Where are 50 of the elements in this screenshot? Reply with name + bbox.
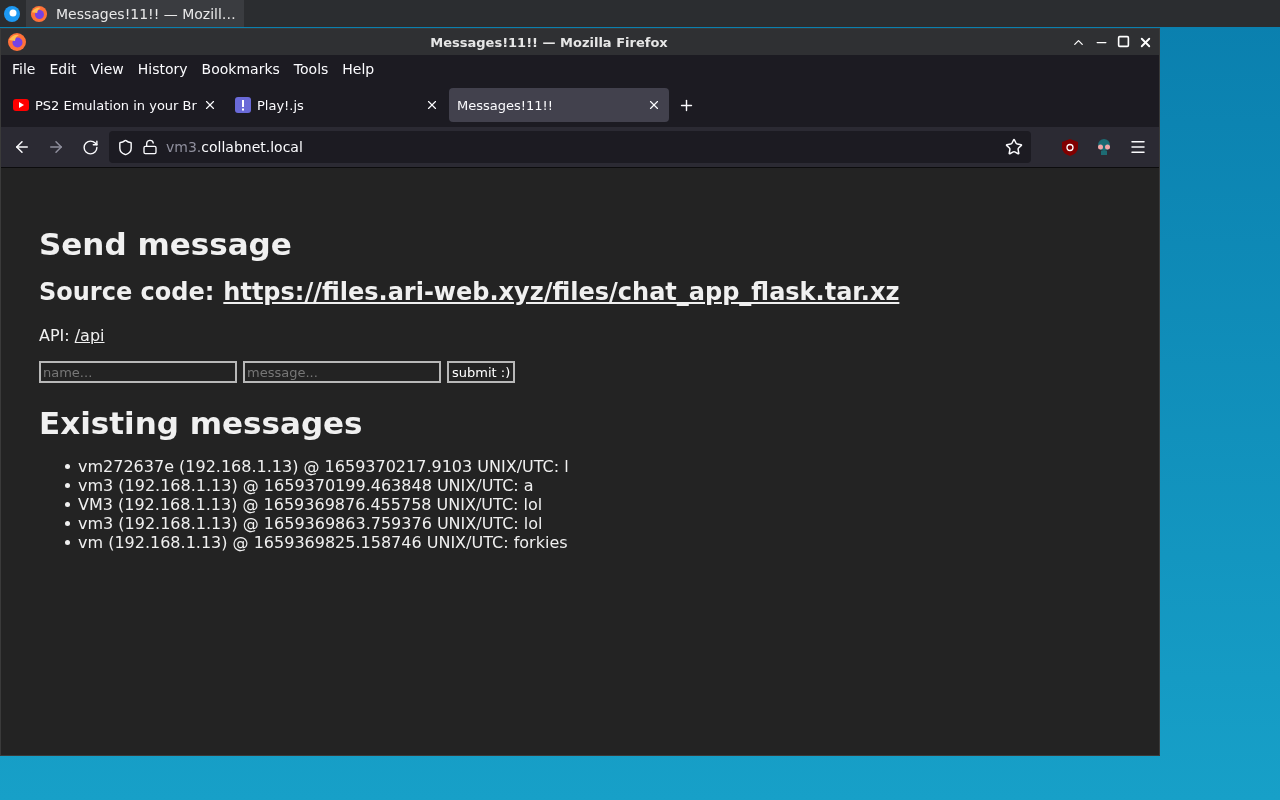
menu-item[interactable]: Help: [335, 57, 382, 81]
bullet-icon: [65, 540, 70, 545]
menu-item[interactable]: Bookmarks: [194, 57, 287, 81]
submit-button[interactable]: submit :): [447, 361, 516, 383]
name-field[interactable]: name...: [39, 361, 237, 383]
window-title: Messages!11!! — Mozilla Firefox: [429, 34, 669, 50]
address-bar[interactable]: vm3.collabnet.local: [109, 131, 1031, 163]
close-icon[interactable]: [647, 98, 661, 112]
source-link[interactable]: https://files.ari-web.xyz/files/chat_app_flask.tar.xz: [223, 278, 900, 306]
glasses-face-icon[interactable]: [1095, 138, 1113, 156]
source-label: Source code:: [39, 278, 215, 306]
message-field[interactable]: message...: [243, 361, 441, 383]
close-icon[interactable]: [203, 98, 217, 112]
reload-icon[interactable]: [81, 138, 99, 156]
browser-logo-icon: [7, 32, 27, 52]
api-link[interactable]: /api: [74, 326, 105, 345]
page-heading: Send message: [39, 226, 293, 262]
bullet-icon: [65, 464, 70, 469]
message-text: vm3 (192.168.1.13) @ 1659370199.463848 UNIX/UTC: a: [78, 476, 534, 495]
back-icon[interactable]: [13, 138, 31, 156]
menu-item[interactable]: File: [5, 57, 43, 81]
video-icon: [13, 99, 29, 111]
bullet-icon: [65, 483, 70, 488]
message-text: vm3 (192.168.1.13) @ 1659369863.759376 UNIX/UTC: lol: [78, 514, 543, 533]
api-label: API:: [39, 326, 70, 345]
browser-tab[interactable]: Play!.js: [227, 88, 447, 122]
forward-icon[interactable]: [47, 138, 65, 156]
menu-item[interactable]: Tools: [286, 57, 336, 81]
message-text: vm (192.168.1.13) @ 1659369825.158746 UNIX/UTC: forkies: [78, 533, 568, 552]
taskbar-item[interactable]: Messages!11!! — Mozill…: [26, 0, 244, 27]
menu-item[interactable]: Edit: [42, 57, 84, 81]
browser-tab[interactable]: Messages!11!!: [449, 88, 669, 122]
bookmark-star-icon[interactable]: [1005, 138, 1023, 156]
launcher-icon[interactable]: [4, 5, 20, 22]
bullet-icon: [65, 502, 70, 507]
close-icon[interactable]: [425, 98, 439, 112]
browser-logo-icon: [30, 4, 48, 23]
browser-tab[interactable]: PS2 Emulation in your Br: [5, 88, 225, 122]
shield-badge-icon[interactable]: [1062, 138, 1078, 156]
menu-item[interactable]: History: [130, 57, 195, 81]
message-text: VM3 (192.168.1.13) @ 1659369876.455758 UNIX/UTC: lol: [78, 495, 543, 514]
message-text: vm272637e (192.168.1.13) @ 1659370217.9103 UNIX/UTC: l: [78, 457, 569, 476]
shield-icon[interactable]: [117, 138, 134, 156]
bullet-icon: [65, 521, 70, 526]
menu-item[interactable]: View: [83, 57, 131, 81]
maximize-icon[interactable]: [1117, 34, 1130, 48]
alert-icon: [235, 97, 251, 113]
unlocked-icon[interactable]: [142, 139, 158, 155]
section-heading: Existing messages: [39, 405, 364, 441]
menu-icon[interactable]: [1129, 138, 1147, 156]
